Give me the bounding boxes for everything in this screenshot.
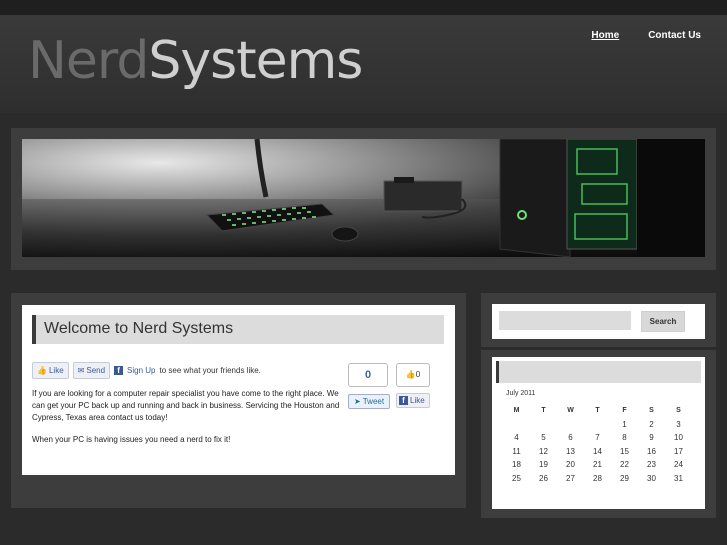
calendar-day: 21	[593, 460, 602, 470]
main-content: Welcome to Nerd Systems 👍 Like ✉ Send f Si…	[22, 305, 455, 475]
banner-image	[22, 139, 705, 257]
calendar-day: 13	[566, 446, 575, 456]
calendar-week-row: 11 12 13 14 15 16 17	[503, 445, 692, 459]
fb-like-button[interactable]: 👍 Like	[32, 362, 69, 379]
calendar-day	[530, 418, 557, 432]
calendar-day: 14	[593, 446, 602, 456]
banner-frame	[11, 128, 716, 270]
intro-paragraph: If you are looking for a computer repair…	[32, 389, 340, 422]
calendar-day: 20	[566, 460, 575, 470]
calendar-day: 12	[539, 446, 548, 456]
logo-text-nerd: Nerd	[28, 31, 149, 91]
like-count-box: 👍0	[396, 363, 430, 387]
weekday-label: T	[541, 407, 546, 415]
search-input[interactable]	[499, 311, 631, 330]
calendar-day: 28	[593, 473, 602, 483]
nav-home-link[interactable]: Home	[591, 30, 619, 41]
fb-like-widget: 👍0 f Like	[396, 363, 430, 408]
fb-like-box-button[interactable]: f Like	[396, 393, 430, 408]
tweet-button[interactable]: ➤ Tweet	[348, 394, 390, 409]
site-logo[interactable]: NerdSystems	[28, 35, 363, 87]
page-title-bar: Welcome to Nerd Systems	[32, 315, 444, 344]
weekday-label: S	[649, 407, 654, 415]
calendar-day: 29	[620, 473, 629, 483]
send-icon: ✉	[77, 366, 85, 375]
calendar-day: 16	[647, 446, 656, 456]
calendar-table: M T W T F S S 123 4 5 6 7 8 9 10 11 12 13 14 15 16 1…	[503, 404, 692, 485]
page-title: Welcome to Nerd Systems	[44, 320, 234, 337]
calendar-day: 10	[674, 433, 683, 443]
search-widget: Search	[492, 304, 705, 339]
search-button[interactable]: Search	[641, 311, 685, 332]
main-content-frame: Welcome to Nerd Systems 👍 Like ✉ Send f Si…	[11, 293, 466, 508]
calendar-day: 24	[674, 460, 683, 470]
facebook-icon: f	[399, 396, 408, 405]
site-header: NerdSystems Home Contact Us	[0, 0, 727, 113]
calendar-day: 23	[647, 460, 656, 470]
fb-like-box-label: Like	[410, 396, 425, 405]
calendar-day: 31	[674, 473, 683, 483]
facebook-icon: f	[114, 366, 124, 375]
calendar-day: 9	[649, 433, 654, 443]
tweet-label: Tweet	[362, 397, 385, 406]
tweet-count: 0	[348, 363, 388, 387]
calendar-week-row: 18 19 20 21 22 23 24	[503, 458, 692, 472]
like-count: 0	[415, 370, 421, 379]
fb-send-label: Send	[86, 366, 106, 375]
weekday-label: S	[676, 407, 681, 415]
calendar-day	[557, 418, 584, 432]
calendar-week-row: 1 2 3	[503, 418, 692, 432]
main-nav: Home Contact Us	[591, 30, 701, 41]
weekday-label: W	[567, 407, 574, 415]
calendar-header-bar	[496, 361, 701, 383]
thumbs-up-icon: 👍	[405, 370, 416, 379]
calendar-day: 18	[512, 460, 521, 470]
calendar-day: 22	[620, 460, 629, 470]
calendar-day: 6	[568, 433, 573, 443]
logo-text-systems: Systems	[148, 31, 363, 91]
calendar-day: 11	[512, 446, 521, 456]
thumbs-up-icon: 👍	[37, 366, 47, 375]
calendar-day	[584, 418, 611, 432]
calendar-day	[503, 418, 530, 432]
calendar-day: 1	[622, 419, 627, 429]
calendar-caption: July 2011	[506, 390, 536, 397]
search-widget-frame: Search	[481, 293, 716, 347]
calendar-widget-frame: July 2011 M T W T F S S 123 4 5 6 7 8 9 10 11 1…	[481, 350, 716, 518]
calendar-day: 26	[539, 473, 548, 483]
calendar-day: 25	[512, 473, 521, 483]
calendar-day: 3	[676, 419, 681, 429]
fb-signup-text: to see what your friends like.	[159, 366, 261, 375]
calendar-day: 7	[595, 433, 600, 443]
calendar-day: 5	[541, 433, 546, 443]
weekday-label: M	[513, 407, 520, 415]
fb-like-label: Like	[48, 366, 64, 375]
calendar-week-row: 25 26 27 28 29 30 31	[503, 472, 692, 486]
calendar-widget: July 2011 M T W T F S S 123 4 5 6 7 8 9 10 11 1…	[492, 357, 705, 509]
calendar-day: 8	[622, 433, 627, 443]
calendar-day: 30	[647, 473, 656, 483]
calendar-day: 19	[539, 460, 548, 470]
calendar-day: 17	[674, 446, 683, 456]
calendar-day: 15	[620, 446, 629, 456]
tagline-paragraph: When your PC is having issues you need a…	[32, 435, 231, 444]
weekday-label: F	[622, 407, 627, 415]
tweet-widget: 0 ➤ Tweet	[348, 363, 390, 409]
twitter-bird-icon: ➤	[353, 397, 361, 406]
fb-send-button[interactable]: ✉ Send	[72, 362, 111, 379]
calendar-day: 4	[514, 433, 519, 443]
calendar-week-row: 4 5 6 7 8 9 10	[503, 431, 692, 445]
calendar-day: 27	[566, 473, 575, 483]
computer-desk-illustration	[22, 139, 705, 257]
calendar-weekday-row: M T W T F S S	[503, 404, 692, 418]
calendar-day: 2	[649, 419, 654, 429]
fb-signup-link[interactable]: Sign Up	[127, 366, 155, 375]
weekday-label: T	[595, 407, 600, 415]
facebook-like-bar: 👍 Like ✉ Send f Sign Up to see what your f…	[32, 362, 261, 379]
nav-contact-link[interactable]: Contact Us	[648, 30, 701, 41]
